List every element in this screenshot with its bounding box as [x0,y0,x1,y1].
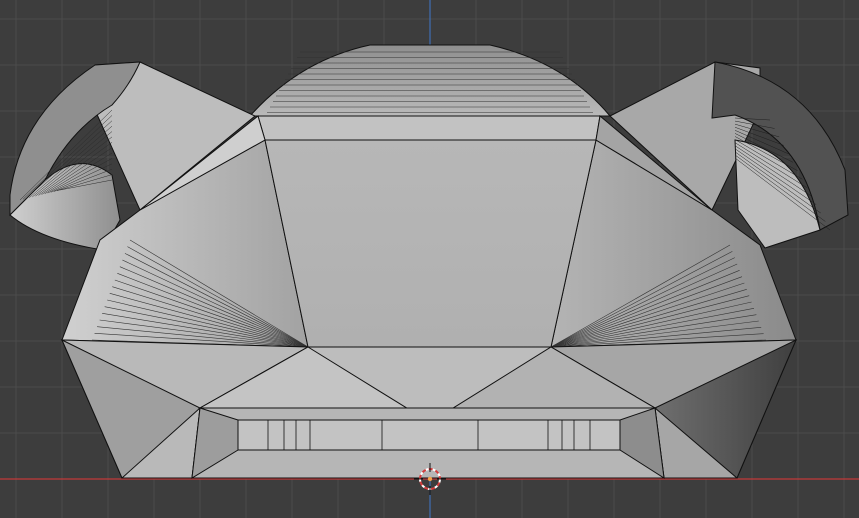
3d-viewport[interactable] [0,0,859,518]
mesh-dome-back [248,44,612,117]
viewport-canvas[interactable] [0,0,859,518]
mesh-object[interactable] [9,44,849,479]
mesh-center-top-band [257,115,601,141]
mesh-bottom-slot [237,419,621,451]
mesh-center-face [264,139,597,348]
